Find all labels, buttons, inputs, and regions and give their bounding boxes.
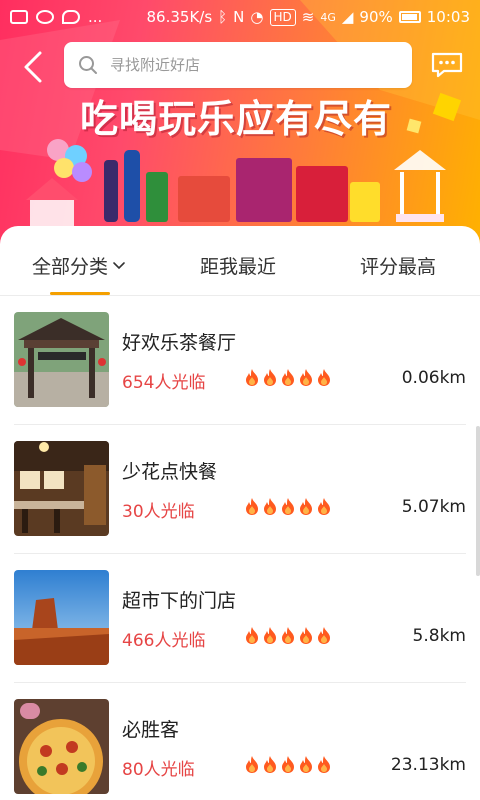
weather-icon (36, 10, 54, 24)
net-speed: 86.35K/s (146, 8, 213, 26)
flame-icon (318, 498, 330, 515)
status-bar: ... 86.35K/s ᛒ N ◔ HD ≋ 4G ◢ 90% 10:03 (0, 0, 480, 34)
shop-name: 少花点快餐 (122, 461, 218, 483)
header-banner: ... 86.35K/s ᛒ N ◔ HD ≋ 4G ◢ 90% 10:03 寻… (0, 0, 480, 245)
flame-icon (300, 369, 312, 386)
flame-icon (282, 498, 294, 515)
flame-icon (300, 756, 312, 773)
flame-icon (264, 369, 276, 386)
signal-icon: ◢ (341, 8, 354, 26)
battery-percent: 90% (359, 8, 393, 26)
tab-nearest[interactable]: 距我最近 (200, 252, 276, 279)
flame-icon (282, 756, 294, 773)
wifi-icon: ≋ (301, 8, 315, 26)
shop-thumbnail (14, 312, 109, 407)
rating-flames (244, 368, 332, 387)
visit-count: 30人光临 (122, 502, 195, 522)
flame-icon (282, 369, 294, 386)
flame-icon (282, 627, 294, 644)
search-bar[interactable] (64, 42, 412, 88)
status-dots: ... (88, 8, 103, 26)
hd-badge: HD (269, 8, 296, 26)
location-icon (62, 10, 80, 24)
active-tab-indicator (50, 292, 110, 295)
battery-icon (398, 11, 421, 23)
back-button[interactable] (20, 50, 48, 84)
shop-list: 好欢乐茶餐厅 654人光临 0.06km 少花点快餐 30人光临 5.07km (0, 296, 480, 800)
flame-icon (264, 756, 276, 773)
flame-icon (246, 369, 258, 386)
search-input[interactable] (110, 56, 390, 74)
flame-icon (246, 498, 258, 515)
alarm-icon: ◔ (250, 8, 264, 26)
visit-count: 80人光临 (122, 760, 195, 780)
rating-flames (244, 497, 332, 516)
chevron-down-icon (113, 261, 125, 269)
flame-icon (264, 498, 276, 515)
flame-icon (300, 627, 312, 644)
search-icon (79, 56, 97, 74)
flame-icon (318, 756, 330, 773)
shop-thumbnail (14, 699, 109, 794)
rating-flames (244, 755, 332, 774)
distance: 5.07km (401, 497, 466, 517)
flame-icon (318, 369, 330, 386)
flame-icon (300, 498, 312, 515)
signal-label: 4G (320, 10, 336, 24)
shop-thumbnail (14, 441, 109, 536)
filter-tabs: 全部分类 距我最近 评分最高 (0, 226, 480, 296)
list-item[interactable]: 必胜客 80人光临 23.13km (14, 683, 466, 800)
tab-all-categories[interactable]: 全部分类 (32, 252, 126, 279)
flame-icon (246, 627, 258, 644)
chat-bubble-icon (431, 52, 463, 78)
shop-thumbnail (14, 570, 109, 665)
rating-flames (244, 626, 332, 645)
list-item[interactable]: 少花点快餐 30人光临 5.07km (14, 425, 466, 554)
distance: 0.06km (401, 368, 466, 388)
flame-icon (318, 627, 330, 644)
message-button[interactable] (430, 51, 464, 79)
list-item[interactable]: 超市下的门店 466人光临 5.8km (14, 554, 466, 683)
flame-icon (246, 756, 258, 773)
app-notification-icon (10, 10, 28, 24)
chevron-left-icon (24, 51, 42, 83)
tab-top-rated[interactable]: 评分最高 (360, 252, 436, 279)
shop-name: 超市下的门店 (122, 590, 237, 612)
distance: 5.8km (412, 626, 466, 646)
bluetooth-icon: ᛒ (218, 8, 228, 26)
banner-slogan: 吃喝玩乐应有尽有 (80, 97, 393, 141)
clock: 10:03 (426, 8, 470, 26)
shop-name: 好欢乐茶餐厅 (122, 332, 237, 354)
nfc-icon: N (233, 8, 245, 26)
visit-count: 654人光临 (122, 373, 206, 393)
distance: 23.13km (390, 755, 466, 775)
flame-icon (264, 627, 276, 644)
tab-label: 全部分类 (32, 256, 109, 278)
list-item[interactable]: 好欢乐茶餐厅 654人光临 0.06km (14, 296, 466, 425)
visit-count: 466人光临 (122, 631, 206, 651)
shop-name: 必胜客 (122, 719, 180, 741)
